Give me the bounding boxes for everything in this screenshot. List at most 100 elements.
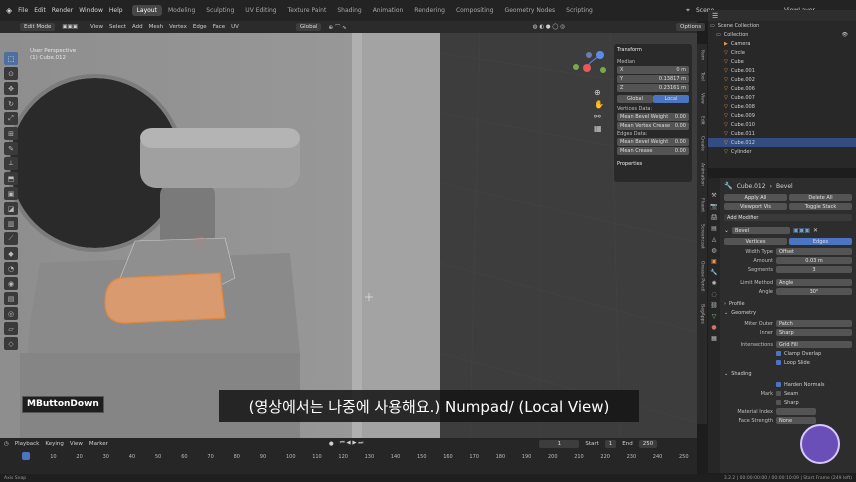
extrude-tool-icon[interactable]: ⬒ — [4, 172, 18, 185]
spin-tool-icon[interactable]: ◔ — [4, 262, 18, 275]
material-tab-icon[interactable]: ● — [711, 324, 716, 331]
mode-selector[interactable]: Edit Mode — [20, 23, 56, 31]
face-strength-dropdown[interactable]: None — [776, 417, 816, 424]
menu-add[interactable]: Add — [129, 24, 146, 30]
loop-slide-checkbox[interactable] — [776, 360, 781, 365]
menu-view[interactable]: View — [87, 24, 106, 30]
median-z-field[interactable]: Z 0.23161 m — [617, 84, 689, 92]
3d-viewport[interactable]: User Perspective (1) Cube.012 ⊕ ✋ ⚯ ▦ — [0, 33, 697, 438]
scene-tab-icon[interactable]: ◬ — [712, 236, 717, 243]
menu-timeline-view[interactable]: View — [70, 441, 83, 447]
timeline-editor-icon[interactable]: ◷ — [4, 441, 9, 447]
vertices-toggle[interactable]: Vertices — [724, 238, 787, 245]
tab-animation[interactable]: Animation — [700, 163, 705, 186]
tab-create[interactable]: Create — [700, 136, 705, 151]
shading-chevron-icon[interactable]: ⌄ — [724, 371, 728, 377]
annotate-tool-icon[interactable]: ✎ — [4, 142, 18, 155]
shrink-tool-icon[interactable]: ◎ — [4, 307, 18, 320]
record-icon[interactable]: ● — [329, 441, 334, 447]
tab-shading[interactable]: Shading — [332, 5, 366, 16]
inner-dropdown[interactable]: Sharp — [776, 329, 852, 336]
tab-texture-paint[interactable]: Texture Paint — [283, 5, 332, 16]
cursor-tool-icon[interactable]: ⊙ — [4, 67, 18, 80]
camera-view-icon[interactable]: ⚯ — [594, 112, 604, 121]
tab-sculpting[interactable]: Sculpting — [201, 5, 239, 16]
playback-controls[interactable]: ⏮ ◀ ▶ ⏭ — [340, 440, 364, 447]
data-tab-icon[interactable]: ▽ — [712, 313, 717, 320]
inset-tool-icon[interactable]: ▣ — [4, 187, 18, 200]
view-layer-tab-icon[interactable]: ▤ — [711, 225, 717, 232]
menu-edge[interactable]: Edge — [190, 24, 210, 30]
mean-vertex-crease-field[interactable]: Mean Vertex Crease 0.00 — [617, 122, 689, 130]
tab-tool[interactable]: Tool — [700, 72, 705, 81]
geometry-panel[interactable]: Geometry — [731, 310, 756, 316]
visibility-icon[interactable]: 👁 — [842, 32, 848, 38]
measure-tool-icon[interactable]: ⟂ — [4, 157, 18, 170]
tab-edit[interactable]: Edit — [700, 116, 705, 125]
segments-field[interactable]: 3 — [776, 266, 852, 273]
texture-tab-icon[interactable]: ▦ — [711, 335, 717, 342]
menu-edit[interactable]: Edit — [31, 7, 49, 14]
close-icon[interactable]: ✕ — [813, 227, 818, 234]
menu-keying[interactable]: Keying — [45, 441, 63, 447]
seam-checkbox[interactable] — [776, 391, 781, 396]
menu-select[interactable]: Select — [106, 24, 129, 30]
edge-mean-bevel-weight-field[interactable]: Mean Bevel Weight 0.00 — [617, 138, 689, 146]
add-modifier-button[interactable]: Add Modifier — [724, 214, 852, 221]
tab-view[interactable]: View — [700, 93, 705, 104]
outliner-row[interactable]: ▽ Cube.002 — [708, 75, 856, 84]
outliner-row[interactable]: ▽ Cube.010 — [708, 120, 856, 129]
edges-toggle[interactable]: Edges — [789, 238, 852, 245]
profile-panel[interactable]: Profile — [729, 301, 745, 307]
intersections-dropdown[interactable]: Grid Fill — [776, 341, 852, 348]
modifier-toggle-icons[interactable]: ▣▣▣ — [793, 227, 810, 234]
miter-outer-dropdown[interactable]: Patch — [776, 320, 852, 327]
modifier-tab-icon[interactable]: 🔧 — [710, 269, 717, 276]
current-frame-field[interactable]: 1 — [539, 439, 580, 448]
render-tab-icon[interactable]: 📷 — [710, 203, 717, 210]
start-frame-field[interactable]: 1 — [604, 439, 617, 448]
playhead[interactable] — [22, 452, 30, 460]
object-tab-icon[interactable]: ▣ — [711, 258, 717, 265]
mean-crease-field[interactable]: Mean Crease 0.00 — [617, 147, 689, 155]
orientation-selector[interactable]: Global — [295, 23, 322, 31]
outliner-row[interactable]: ▽ Cube.009 — [708, 111, 856, 120]
select-mode-icons[interactable]: ▣▣▣ — [59, 24, 81, 30]
bevel-name-field[interactable]: Bevel — [732, 227, 791, 234]
properties-header[interactable]: Properties — [617, 161, 689, 167]
outliner-row[interactable]: ▽ Cube.011 — [708, 129, 856, 138]
outliner-row[interactable]: ▽ Cube.001 — [708, 66, 856, 75]
pan-hand-icon[interactable]: ✋ — [594, 100, 604, 109]
menu-help[interactable]: Help — [106, 7, 126, 14]
outliner-filter-icon[interactable]: ☰ — [712, 12, 718, 20]
menu-marker[interactable]: Marker — [89, 441, 108, 447]
knife-tool-icon[interactable]: ⟋ — [4, 232, 18, 245]
tab-bagapps[interactable]: BagApps — [700, 304, 705, 324]
global-toggle[interactable]: Global — [617, 95, 653, 103]
tab-uv-editing[interactable]: UV Editing — [240, 5, 281, 16]
angle-field[interactable]: 30° — [776, 288, 852, 295]
menu-face[interactable]: Face — [210, 24, 228, 30]
transform-tool-icon[interactable]: ⊞ — [4, 127, 18, 140]
scene-collection-row[interactable]: ▭ Scene Collection — [708, 21, 856, 30]
scale-tool-icon[interactable]: ⤢ — [4, 112, 18, 125]
pivot-snap-icons[interactable]: ⊕ ⌒ ∿ — [325, 23, 349, 31]
shear-tool-icon[interactable]: ▱ — [4, 322, 18, 335]
move-tool-icon[interactable]: ✥ — [4, 82, 18, 95]
local-toggle[interactable]: Local — [653, 95, 689, 103]
menu-uv[interactable]: UV — [228, 24, 242, 30]
blender-logo-icon[interactable]: ◈ — [3, 6, 15, 15]
toggle-stack-button[interactable]: Toggle Stack — [789, 203, 852, 210]
geometry-chevron-icon[interactable]: ⌄ — [724, 310, 728, 316]
menu-window[interactable]: Window — [76, 7, 106, 14]
outliner-row[interactable]: ▽ Cube.007 — [708, 93, 856, 102]
outliner-row[interactable]: ▽ Cube.006 — [708, 84, 856, 93]
tab-fluent[interactable]: Fluent — [700, 198, 705, 212]
expand-chevron-icon[interactable]: ⌄ — [724, 227, 729, 234]
timeline-ruler[interactable]: 1102030405060708090100110120130140150160… — [0, 449, 697, 474]
bevel-tool-icon[interactable]: ◪ — [4, 202, 18, 215]
outliner-row[interactable]: ▽ Cube — [708, 57, 856, 66]
poly-build-tool-icon[interactable]: ◆ — [4, 247, 18, 260]
viewport-vis-button[interactable]: Viewport Vis — [724, 203, 787, 210]
delete-all-button[interactable]: Delete All — [789, 194, 852, 201]
